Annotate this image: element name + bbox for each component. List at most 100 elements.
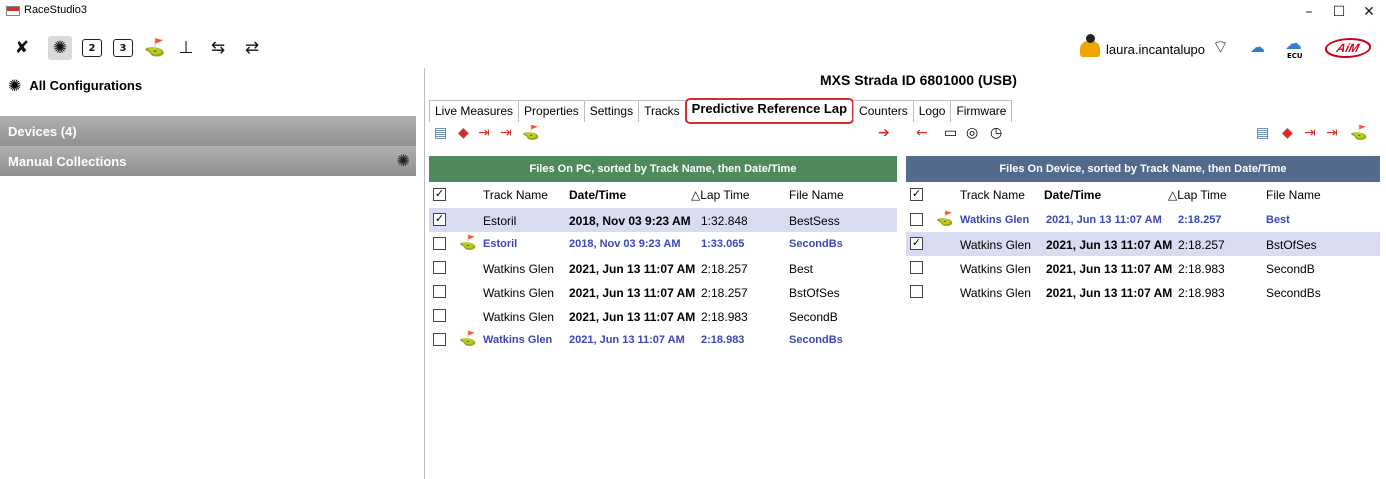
row-checkbox[interactable]	[433, 333, 446, 346]
lap-time-cell: 2:18.257	[701, 262, 748, 276]
track-flag-icon: ⛳	[936, 211, 954, 227]
all-configurations-label: All Configurations	[29, 78, 143, 93]
wrench-icon[interactable]: ✘	[10, 36, 34, 60]
transfer-right-arrow-icon[interactable]: ➔	[878, 125, 890, 141]
maximize-button[interactable]: ☐	[1324, 4, 1354, 24]
transfer-icon[interactable]: ⇄	[240, 36, 264, 60]
tab-live-measures[interactable]: Live Measures	[429, 100, 520, 122]
row-checkbox[interactable]	[433, 309, 446, 322]
device-table-header: ✓ Track Name Date/Time △Lap Time File Na…	[906, 182, 1380, 208]
configuration-icon[interactable]: ✺	[48, 36, 72, 60]
thermometer-icon[interactable]: ⊥	[174, 36, 198, 60]
date-time-cell: 2021, Jun 13 11:07 AM	[569, 334, 685, 346]
new-file-icon[interactable]: ▤	[434, 125, 447, 141]
lap-time-cell: 2:18.257	[701, 286, 748, 300]
lap-time-cell: 2:18.983	[701, 310, 748, 324]
table-row[interactable]: ⛳ Watkins Glen 2021, Jun 13 11:07 AM 2:18.2…	[906, 208, 1380, 232]
row-checkbox[interactable]: ✓	[910, 237, 923, 250]
track-flag-icon: ⛳	[459, 331, 477, 347]
col-file-name[interactable]: File Name	[789, 188, 844, 202]
manual-collections-group[interactable]: Manual Collections ✺	[0, 146, 416, 176]
table-row[interactable]: Watkins Glen 2021, Jun 13 11:07 AM 2:18.98…	[429, 304, 897, 328]
close-button[interactable]: ✕	[1354, 4, 1384, 24]
file-name-cell: SecondBs	[789, 334, 843, 346]
window-title: RaceStudio3	[24, 4, 87, 16]
table-row[interactable]: ✓ Watkins Glen 2021, Jun 13 11:07 AM 2:18.2…	[906, 232, 1380, 256]
col-lap-time[interactable]: △Lap Time	[691, 188, 750, 202]
track-name-cell: Watkins Glen	[483, 334, 553, 346]
user-avatar-icon	[1080, 34, 1100, 57]
lap-time-cell: 2:18.257	[1178, 238, 1225, 252]
title-bar: RaceStudio3 – ☐ ✕	[0, 0, 1386, 30]
pc-files-panel: Files On PC, sorted by Track Name, then …	[429, 156, 897, 376]
track-flag-icon: ⛳	[459, 235, 477, 251]
history-icon[interactable]: ◷	[990, 125, 1002, 141]
table-row[interactable]: Watkins Glen 2021, Jun 13 11:07 AM 2:18.98…	[906, 256, 1380, 280]
col-track-name[interactable]: Track Name	[483, 188, 548, 202]
select-all-checkbox[interactable]: ✓	[910, 188, 923, 201]
track-name-cell: Estoril	[483, 238, 518, 250]
file-name-cell: SecondB	[1266, 262, 1315, 276]
connect-icon[interactable]: ⇆	[206, 36, 230, 60]
table-row[interactable]: ⛳ Watkins Glen 2021, Jun 13 11:07 AM 2:18.9…	[429, 328, 897, 352]
row-checkbox[interactable]	[910, 285, 923, 298]
track-icon[interactable]: ⛳	[143, 36, 167, 60]
tab-counters[interactable]: Counters	[853, 100, 914, 122]
table-row[interactable]: Watkins Glen 2021, Jun 13 11:07 AM 2:18.98…	[906, 280, 1380, 304]
track-name-cell: Watkins Glen	[483, 310, 554, 324]
table-row[interactable]: Watkins Glen 2021, Jun 13 11:07 AM 2:18.25…	[429, 256, 897, 280]
col-date-time[interactable]: Date/Time	[1044, 188, 1101, 202]
row-checkbox[interactable]	[910, 261, 923, 274]
tab-logo[interactable]: Logo	[912, 100, 952, 122]
row-checkbox[interactable]	[433, 261, 446, 274]
device-icon[interactable]: ▭	[944, 125, 957, 141]
lap-time-cell: 2:18.983	[1178, 286, 1225, 300]
cloud-icon[interactable]: ☁	[1250, 38, 1265, 64]
v3-icon[interactable]: 3	[113, 39, 133, 57]
new-file-device-icon[interactable]: ▤	[1256, 125, 1269, 141]
file-name-cell: BestSess	[789, 214, 840, 228]
device-files-panel: Files On Device, sorted by Track Name, t…	[906, 156, 1380, 376]
col-date-time[interactable]: Date/Time	[569, 188, 626, 202]
pc-panel-header: Files On PC, sorted by Track Name, then …	[429, 156, 897, 182]
row-checkbox[interactable]	[433, 285, 446, 298]
refresh-icon[interactable]: ◎	[966, 125, 978, 141]
devices-group[interactable]: Devices (4)	[0, 116, 416, 146]
track-name-cell: Watkins Glen	[960, 238, 1031, 252]
user-info[interactable]: laura.incantalupo	[1080, 34, 1205, 57]
tab-firmware[interactable]: Firmware	[950, 100, 1013, 122]
tab-predictive-reference-lap[interactable]: Predictive Reference Lap	[684, 98, 855, 124]
gear-icon[interactable]: ✺	[397, 151, 410, 170]
export-icon[interactable]: ⇥	[478, 125, 490, 141]
col-file-name[interactable]: File Name	[1266, 188, 1321, 202]
track-device-icon[interactable]: ⛳	[1350, 125, 1367, 141]
tab-settings[interactable]: Settings	[583, 100, 640, 122]
import-icon[interactable]: ⇥	[500, 125, 512, 141]
transfer-left-arrow-icon[interactable]: ←	[916, 125, 928, 141]
eraser-device-icon[interactable]: ◆	[1282, 125, 1293, 141]
import-device-icon[interactable]: ⇥	[1326, 125, 1338, 141]
v2-icon[interactable]: 2	[82, 39, 102, 57]
row-checkbox[interactable]	[910, 213, 923, 226]
table-row[interactable]: ⛳ Estoril 2018, Nov 03 9:23 AM 1:33.065 Seco…	[429, 232, 897, 256]
export-device-icon[interactable]: ⇥	[1304, 125, 1316, 141]
tab-properties[interactable]: Properties	[518, 100, 585, 122]
date-time-cell: 2018, Nov 03 9:23 AM	[569, 214, 691, 228]
row-checkbox[interactable]	[433, 237, 446, 250]
table-row[interactable]: Watkins Glen 2021, Jun 13 11:07 AM 2:18.25…	[429, 280, 897, 304]
col-lap-time[interactable]: △Lap Time	[1168, 188, 1227, 202]
col-track-name[interactable]: Track Name	[960, 188, 1025, 202]
lap-time-cell: 2:18.257	[1178, 214, 1222, 226]
all-configurations-header[interactable]: ✺ All Configurations	[8, 76, 142, 95]
row-checkbox[interactable]: ✓	[433, 213, 446, 226]
table-row[interactable]: ✓ Estoril 2018, Nov 03 9:23 AM 1:32.848 Best…	[429, 208, 897, 232]
file-name-cell: SecondB	[789, 310, 838, 324]
select-all-checkbox[interactable]: ✓	[433, 188, 446, 201]
minimize-button[interactable]: –	[1294, 4, 1324, 24]
track-name-cell: Watkins Glen	[960, 262, 1031, 276]
eraser-icon[interactable]: ◆	[458, 125, 469, 141]
tab-tracks[interactable]: Tracks	[638, 100, 686, 122]
track-icon[interactable]: ⛳	[522, 125, 539, 141]
wifi-icon[interactable]: ⌔	[1212, 36, 1229, 62]
lap-time-cell: 2:18.983	[701, 334, 745, 346]
